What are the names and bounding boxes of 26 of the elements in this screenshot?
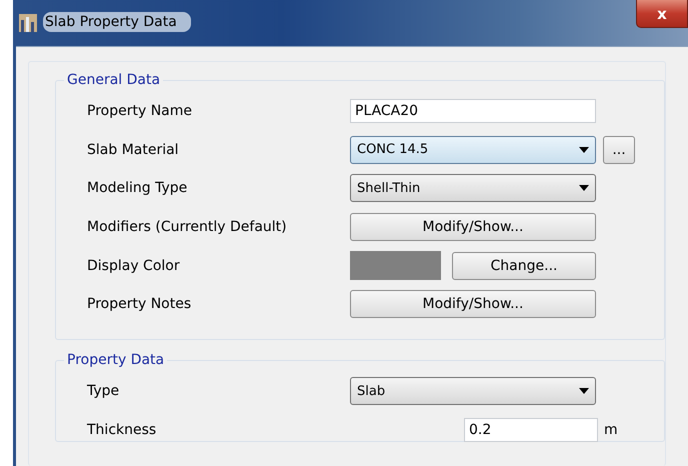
group-title: Property Data bbox=[66, 352, 166, 368]
field-label: Display Color bbox=[87, 258, 181, 274]
dropdown[interactable]: Shell-Thin bbox=[350, 174, 596, 202]
browse-button[interactable]: ... bbox=[603, 136, 635, 164]
caret-icon bbox=[579, 146, 589, 153]
modify-show-button[interactable]: Modify/Show... bbox=[350, 290, 596, 318]
modify-show-button[interactable]: Modify/Show... bbox=[350, 213, 596, 242]
dropdown[interactable]: Slab bbox=[350, 377, 596, 406]
group-title: General Data bbox=[66, 72, 162, 88]
field-label: Property Name bbox=[87, 103, 193, 120]
caret-icon bbox=[579, 388, 589, 394]
window-title: Slab Property Data bbox=[43, 12, 191, 32]
field-label: Type bbox=[87, 383, 120, 400]
field-label: Modeling Type bbox=[87, 180, 188, 196]
close-button[interactable]: x bbox=[636, 0, 688, 28]
field-label: Thickness bbox=[87, 422, 158, 438]
caret-icon bbox=[579, 185, 589, 192]
unit-label: m bbox=[604, 422, 618, 438]
thickness-field[interactable]: 0.2 bbox=[464, 418, 598, 442]
change-color-button[interactable]: Change... bbox=[452, 252, 596, 280]
field-label: Slab Material bbox=[87, 142, 180, 158]
field-label: Modifiers (Currently Default) bbox=[87, 219, 288, 236]
app-icon bbox=[19, 14, 37, 32]
field-label: Property Notes bbox=[87, 296, 192, 312]
dropdown[interactable]: CONC 14.5 bbox=[350, 136, 596, 164]
property-name-field[interactable]: PLACA20 bbox=[350, 99, 596, 124]
